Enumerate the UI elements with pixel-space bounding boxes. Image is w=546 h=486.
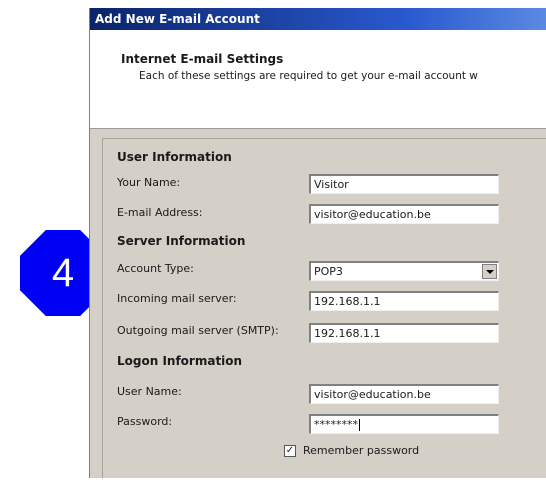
header-title: Internet E-mail Settings (121, 52, 284, 66)
dialog-header: Internet E-mail Settings Each of these s… (90, 30, 546, 129)
header-subtitle: Each of these settings are required to g… (139, 70, 478, 82)
outgoing-server-field[interactable]: 192.168.1.1 (309, 323, 499, 343)
remember-password-label: Remember password (303, 444, 420, 457)
your-name-label: Your Name: (117, 176, 181, 189)
remember-password-checkbox[interactable]: ✓ (284, 445, 296, 457)
account-type-select[interactable]: POP3 (309, 261, 499, 281)
account-type-value: POP3 (314, 265, 343, 278)
incoming-server-field[interactable]: 192.168.1.1 (309, 291, 499, 311)
password-mask: ******** (314, 418, 358, 431)
chevron-down-icon[interactable] (482, 264, 497, 279)
your-name-field[interactable]: Visitor (309, 174, 499, 194)
add-email-account-dialog: Add New E-mail Account Internet E-mail S… (89, 8, 546, 478)
window-title: Add New E-mail Account (90, 8, 546, 30)
email-address-label: E-mail Address: (117, 206, 203, 219)
account-type-label: Account Type: (117, 262, 194, 275)
logon-information-heading: Logon Information (117, 354, 243, 368)
email-address-field[interactable]: visitor@education.be (309, 204, 499, 224)
text-cursor (359, 419, 360, 431)
incoming-server-label: Incoming mail server: (117, 292, 237, 305)
user-name-field[interactable]: visitor@education.be (309, 384, 499, 404)
settings-panel: User Information Your Name: Visitor E-ma… (102, 138, 546, 478)
password-field[interactable]: ******** (309, 414, 499, 434)
outgoing-server-label: Outgoing mail server (SMTP): (117, 324, 279, 337)
user-name-label: User Name: (117, 385, 182, 398)
server-information-heading: Server Information (117, 234, 246, 248)
password-label: Password: (117, 415, 173, 428)
user-information-heading: User Information (117, 150, 232, 164)
